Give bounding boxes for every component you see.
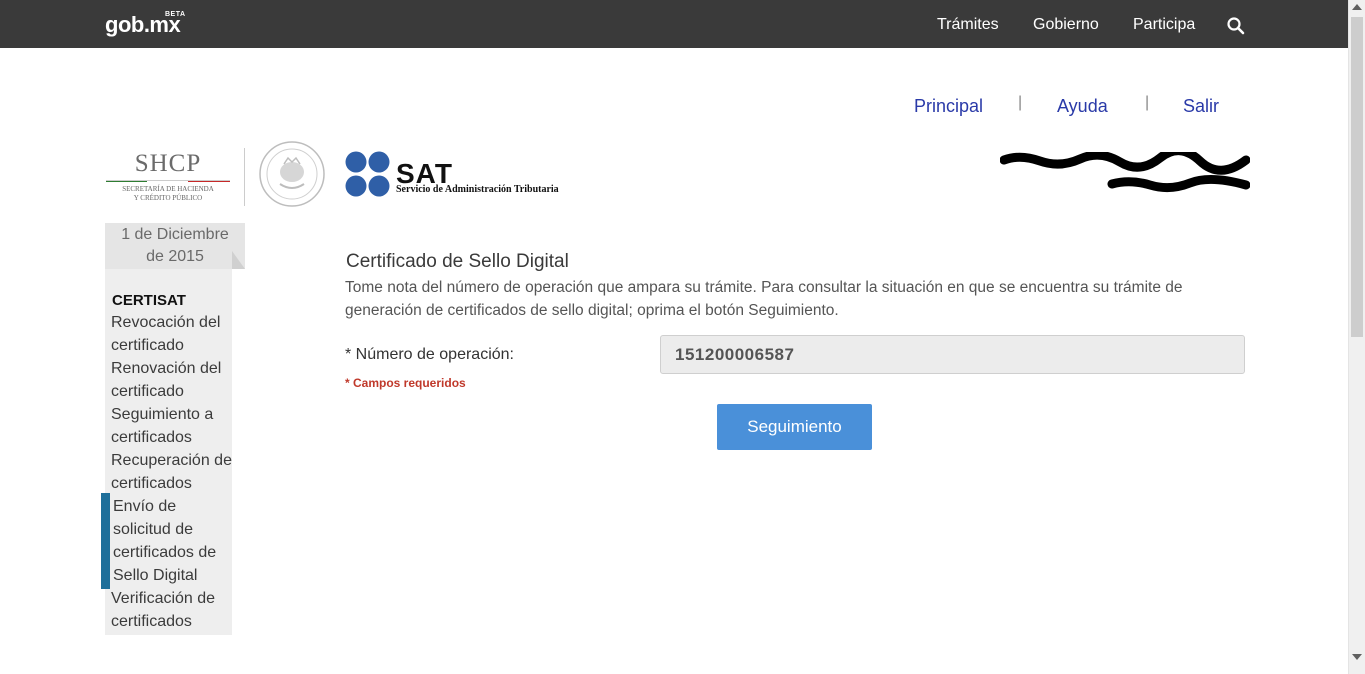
nav-tramites[interactable]: Trámites <box>937 16 999 34</box>
date-line-2: de 2015 <box>146 248 204 265</box>
sidebar-item-recuperacion[interactable]: Recuperación de certificados <box>111 449 233 495</box>
link-principal[interactable]: Principal <box>914 96 983 117</box>
nav-participa[interactable]: Participa <box>1133 16 1195 34</box>
redacted-user-name <box>1000 152 1250 193</box>
date-line-1: 1 de Diciembre <box>121 226 229 243</box>
link-separator: | <box>1018 94 1023 111</box>
search-icon[interactable] <box>1226 16 1246 36</box>
seguimiento-button[interactable]: Seguimiento <box>717 404 872 450</box>
shcp-logo: SHCP Secretaría de Hacienda y Crédito Pú… <box>106 150 230 203</box>
scroll-thumb[interactable] <box>1351 17 1363 337</box>
active-item-indicator <box>101 493 110 589</box>
link-separator: | <box>1145 94 1150 111</box>
operation-number-field[interactable] <box>660 335 1245 374</box>
shcp-subtitle-1: Secretaría de Hacienda <box>122 185 214 193</box>
logo-divider <box>244 148 245 206</box>
page-title: Certificado de Sello Digital <box>346 251 569 272</box>
scroll-up-icon[interactable] <box>1352 4 1362 10</box>
vertical-scrollbar[interactable] <box>1348 0 1365 674</box>
sat-subtitle: Servicio de Administración Tributaria <box>396 184 559 195</box>
national-seal-icon <box>259 141 325 207</box>
sidebar-item-seguimiento[interactable]: Seguimiento a certificados <box>111 403 233 449</box>
link-ayuda[interactable]: Ayuda <box>1057 96 1108 117</box>
shcp-color-rule <box>106 180 230 182</box>
sidebar-menu: Revocación del certificado Renovación de… <box>111 311 233 633</box>
sidebar-item-revocacion[interactable]: Revocación del certificado <box>111 311 233 357</box>
shcp-title: SHCP <box>134 150 202 177</box>
sidebar-item-renovacion[interactable]: Renovación del certificado <box>111 357 233 403</box>
scroll-down-icon[interactable] <box>1352 654 1362 660</box>
sidebar-item-envio[interactable]: Envío de solicitud de certificados de Se… <box>111 495 233 587</box>
beta-label: BETA <box>165 11 186 18</box>
nav-gobierno[interactable]: Gobierno <box>1033 16 1099 34</box>
shcp-subtitle-2: y Crédito Público <box>133 194 203 202</box>
link-salir[interactable]: Salir <box>1183 96 1219 117</box>
date-box: 1 de Diciembre de 2015 <box>105 223 245 269</box>
top-nav-bar: gob.mx BETA Trámites Gobierno Participa <box>0 0 1348 48</box>
sidebar: 1 de Diciembre de 2015 CERTISAT Revocaci… <box>105 223 245 635</box>
sat-logo: SAT Servicio de Administración Tributari… <box>344 150 594 200</box>
sidebar-item-verificacion[interactable]: Verificación de certificados <box>111 587 233 633</box>
required-fields-note: * Campos requeridos <box>345 376 466 390</box>
sidebar-section-title: CERTISAT <box>112 292 186 309</box>
sat-circles-icon <box>345 151 390 197</box>
operation-number-label: * Número de operación: <box>345 346 514 363</box>
date-fold <box>232 251 245 269</box>
page-description: Tome nota del número de operación que am… <box>345 279 1183 319</box>
